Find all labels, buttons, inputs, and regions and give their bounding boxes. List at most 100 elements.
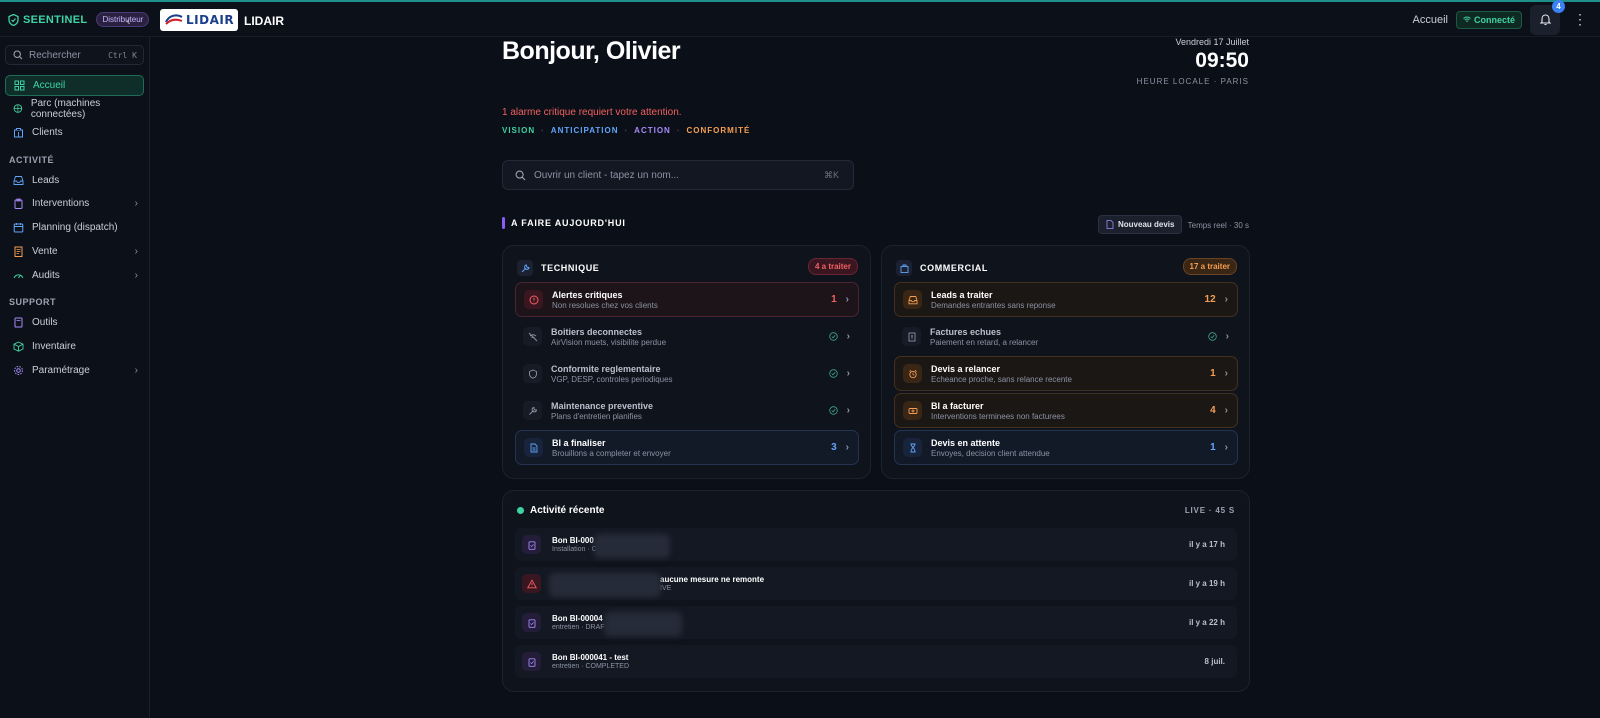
- sidebar-item-outils[interactable]: Outils: [5, 312, 144, 333]
- activity-row[interactable]: Bon BI-000041 - test entretien · COMPLETE…: [515, 645, 1237, 678]
- row-subtitle: Brouillons a completer et envoyer: [552, 448, 671, 458]
- row-subtitle: AirVision muets, visibilite perdue: [551, 337, 667, 347]
- technique-panel-header: TECHNIQUE: [517, 260, 599, 276]
- task-row-maintenance[interactable]: Maintenance preventive Plans d'entretien …: [515, 393, 859, 428]
- redacted-overlay: [604, 612, 682, 636]
- activity-time: il y a 17 h: [1188, 540, 1225, 549]
- file-icon: [524, 438, 543, 457]
- connection-status-label: Connecté: [1473, 14, 1515, 25]
- task-row-leads-a-traiter[interactable]: Leads a traiter Demandes entrantes sans r…: [894, 282, 1238, 317]
- task-row-factures-echues[interactable]: Factures echues Paiement en retard, a rel…: [894, 319, 1238, 354]
- activity-row[interactable]: aucune mesure ne remonte IVE il y a 19 h: [515, 567, 1237, 600]
- home-link[interactable]: Accueil: [1413, 14, 1448, 26]
- collapse-sidebar-button[interactable]: ‹: [126, 12, 131, 28]
- alarm-icon: [903, 364, 922, 383]
- row-title: Boitiers deconnectes: [551, 326, 643, 337]
- technique-panel: TECHNIQUE 4 a traiter Alertes critiques N…: [502, 245, 871, 479]
- new-quote-button[interactable]: Nouveau devis: [1098, 215, 1183, 234]
- sidebar-item-audits[interactable]: Audits ›: [5, 265, 144, 286]
- task-row-bi-a-finaliser[interactable]: BI a finaliser Brouillons a completer et …: [515, 430, 859, 465]
- technique-count-badge: 4 a traiter: [807, 258, 858, 275]
- sidebar-item-label: Vente: [32, 246, 58, 257]
- chevron-right-icon: ›: [134, 270, 138, 281]
- critical-alert-message[interactable]: 1 alarme critique requiert votre attenti…: [502, 107, 682, 118]
- sidebar-item-parc[interactable]: Parc (machines connectées): [5, 97, 144, 120]
- connection-status-badge: Connecté: [1455, 10, 1522, 29]
- commercial-panel-header: COMMERCIAL: [896, 260, 988, 276]
- company-logo[interactable]: LIDAIR: [160, 9, 238, 31]
- row-title: Conformite reglementaire: [551, 363, 661, 374]
- activity-title: Bon BI-000041 - test: [552, 653, 629, 662]
- recent-activity-panel: Activité récente LIVE · 45 S Bon BI-000 I…: [502, 490, 1250, 692]
- row-title: Alertes critiques: [552, 289, 623, 300]
- chevron-right-icon: ›: [1224, 294, 1228, 305]
- sidebar-item-clients[interactable]: Clients: [5, 122, 144, 143]
- refresh-interval-label: Temps reel · 30 s: [1187, 221, 1249, 230]
- row-subtitle: Non resolues chez vos clients: [552, 300, 658, 310]
- logo-text: LIDAIR: [186, 13, 235, 27]
- notifications-button[interactable]: 4: [1530, 0, 1565, 35]
- top-bar: SEENTINEL Distributeur ‹ LIDAIR LIDAIR A…: [0, 0, 1600, 37]
- task-row-devis-en-attente[interactable]: Devis en attente Envoyes, decision client…: [894, 430, 1238, 465]
- chevron-right-icon: ›: [846, 368, 850, 379]
- activity-time: il y a 19 h: [1188, 579, 1225, 588]
- task-row-alertes-critiques[interactable]: Alertes critiques Non resolues chez vos c…: [515, 282, 859, 317]
- client-search-input[interactable]: Ouvrir un client - tapez un nom... ⌘K: [502, 160, 854, 190]
- sidebar-item-inventaire[interactable]: Inventaire: [5, 336, 144, 357]
- commercial-count-badge: 17 a traiter: [1182, 258, 1237, 275]
- shield-logo-icon: [8, 13, 19, 26]
- separator-dot: ·: [541, 126, 545, 135]
- row-subtitle: Interventions terminees non facturees: [931, 411, 1065, 421]
- chevron-right-icon: ›: [1225, 331, 1229, 342]
- sidebar-item-label: Parc (machines connectées): [30, 97, 101, 120]
- task-row-conformite[interactable]: Conformite reglementaire VGP, DESP, contr…: [515, 356, 859, 391]
- organization-name: LIDAIR: [244, 14, 284, 28]
- activity-row[interactable]: Bon BI-00004 entretien · DRAF il y a 22 h: [515, 606, 1237, 639]
- task-row-boitiers-deconnectes[interactable]: Boitiers deconnectes AirVision muets, vis…: [515, 319, 859, 354]
- sidebar-item-vente[interactable]: Vente ›: [5, 241, 144, 262]
- chevron-right-icon: ›: [1224, 368, 1228, 379]
- wrench-icon: [523, 401, 542, 420]
- clipboard-icon: [522, 652, 541, 671]
- page-title: Bonjour, Olivier: [502, 37, 681, 65]
- bell-icon: [1539, 14, 1551, 26]
- chevron-right-icon: ›: [846, 331, 850, 342]
- activity-subtitle: entretien · DRAF: [552, 624, 605, 631]
- client-search-shortcut: ⌘K: [823, 169, 839, 180]
- sidebar-item-leads[interactable]: Leads: [5, 170, 144, 191]
- activity-subtitle: entretien · COMPLETED: [552, 663, 630, 670]
- role-badge: Distributeur: [96, 12, 150, 27]
- sidebar-item-label: Outils: [32, 317, 58, 328]
- wifi-icon: [1463, 16, 1471, 22]
- activity-title: aucune mesure ne remonte: [660, 575, 765, 584]
- chevron-right-icon: ›: [845, 294, 849, 305]
- sidebar-item-interventions[interactable]: Interventions ›: [5, 193, 144, 214]
- chevron-right-icon: ›: [134, 198, 138, 209]
- sidebar-item-accueil[interactable]: Accueil: [5, 75, 144, 96]
- activity-row[interactable]: Bon BI-000 Installation · C il y a 17 h: [515, 528, 1237, 561]
- section-accent-bar: [502, 217, 505, 229]
- wrench-icon: [517, 260, 533, 276]
- inbox-icon: [13, 176, 24, 185]
- redacted-overlay: [549, 573, 661, 597]
- todo-title-label: A FAIRE AUJOURD'HUI: [511, 218, 626, 228]
- task-row-devis-a-relancer[interactable]: Devis a relancer Echeance proche, sans re…: [894, 356, 1238, 391]
- new-quote-label: Nouveau devis: [1118, 220, 1175, 229]
- search-icon: [515, 170, 526, 180]
- pillars-row: VISION · ANTICIPATION · ACTION · CONFORM…: [502, 126, 750, 135]
- sidebar-section-support: SUPPORT: [9, 297, 57, 307]
- document-icon: [1106, 220, 1114, 229]
- row-count: 1: [831, 294, 837, 305]
- building-icon: [896, 260, 912, 276]
- more-options-button[interactable]: ⋮: [1568, 5, 1592, 35]
- task-row-bi-a-facturer[interactable]: BI a facturer Interventions terminees non…: [894, 393, 1238, 428]
- notification-count-badge: 4: [1552, 0, 1565, 13]
- row-subtitle: Plans d'entretien planifies: [551, 411, 642, 421]
- sidebar-item-parametrage[interactable]: Paramétrage ›: [5, 360, 144, 381]
- redacted-overlay: [594, 534, 670, 558]
- separator-dot: ·: [624, 126, 629, 135]
- sidebar-search-input[interactable]: Rechercher Ctrl K: [5, 45, 144, 65]
- sidebar-item-planning[interactable]: Planning (dispatch): [5, 217, 144, 238]
- activity-time: 8 juil.: [1204, 657, 1225, 666]
- current-date: Vendredi 17 Juillet: [1175, 37, 1249, 47]
